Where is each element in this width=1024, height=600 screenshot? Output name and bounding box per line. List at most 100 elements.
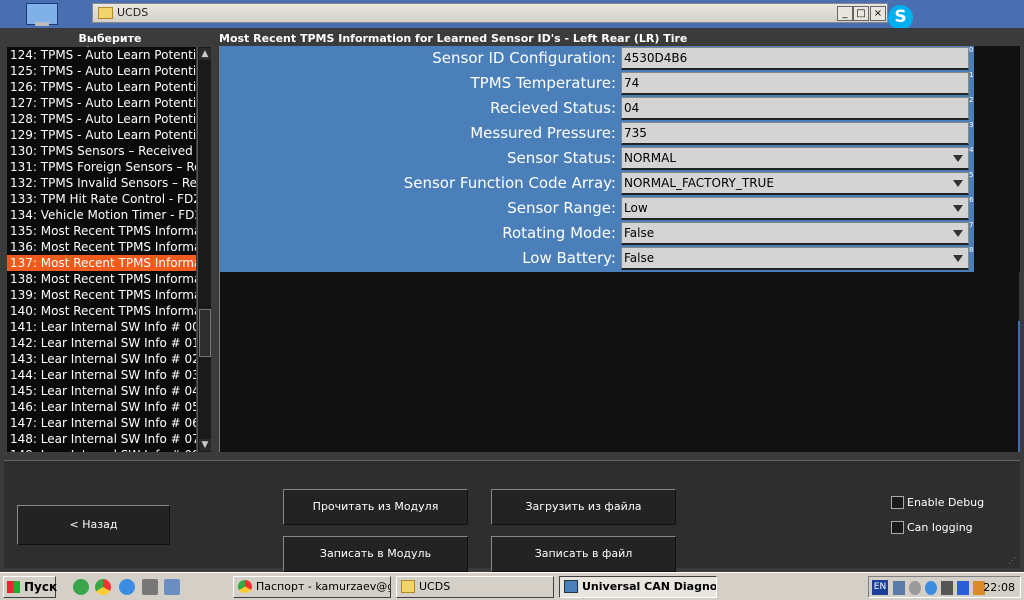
can-logging-checkbox[interactable] [891,521,904,534]
field-label: Sensor Function Code Array: [403,174,616,192]
field-dropdown[interactable]: False [621,247,969,270]
load-file-button[interactable]: Загрузить из файла [491,489,676,525]
config-list-item[interactable]: 142: Lear Internal SW Info # 01 [7,335,196,351]
resize-grip-icon[interactable]: ⋰ [1008,556,1018,566]
config-list-item[interactable]: 149: Lear Internal SW Info # 08 [7,447,196,452]
field-dropdown[interactable]: NORMAL_FACTORY_TRUE [621,172,969,195]
field-input[interactable]: 04 [621,97,969,120]
field-input[interactable]: 4530D4B6 [621,47,969,70]
can-logging-label: Can logging [907,521,973,534]
config-list-item[interactable]: 141: Lear Internal SW Info # 00 [7,319,196,335]
task-ucds-folder[interactable]: UCDS [396,576,554,598]
config-list-item[interactable]: 145: Lear Internal SW Info # 04 [7,383,196,399]
config-list-item[interactable]: 129: TPMS - Auto Learn Potentia [7,127,196,143]
config-list-item[interactable]: 127: TPMS - Auto Learn Potentia [7,95,196,111]
app-icon [564,580,578,593]
chevron-down-icon[interactable] [951,252,965,265]
chevron-down-icon[interactable] [951,227,965,240]
config-list-item[interactable]: 130: TPMS Sensors – Received t [7,143,196,159]
config-list-item[interactable]: 139: Most Recent TPMS Informa [7,287,196,303]
field-value: NORMAL_FACTORY_TRUE [624,176,774,190]
details-divider [1018,321,1020,452]
back-button[interactable]: < Назад [17,505,170,545]
explorer-window-titlebar[interactable]: UCDS _ □ × [92,3,888,23]
config-list[interactable]: 124: TPMS - Auto Learn Potentia 125: TPMS… [7,47,196,452]
config-list-item[interactable]: 144: Lear Internal SW Info # 03 [7,367,196,383]
field-dropdown[interactable]: False [621,222,969,245]
field-label: Sensor Range: [507,199,616,217]
utorrent-icon[interactable] [73,579,89,595]
shield-icon[interactable] [925,581,937,595]
field-row: Sensor Range: Low 6 [220,196,974,221]
battery-icon[interactable] [957,581,969,595]
config-list-item[interactable]: 140: Most Recent TPMS Informa [7,303,196,319]
config-list-item[interactable]: 138: Most Recent TPMS Informa [7,271,196,287]
field-value: False [624,251,655,265]
config-list-item[interactable]: 143: Lear Internal SW Info # 02 [7,351,196,367]
chrome-icon[interactable] [95,579,111,595]
config-list-item[interactable]: 148: Lear Internal SW Info # 07 [7,431,196,447]
my-computer-icon[interactable] [26,3,58,26]
ie-icon[interactable] [119,579,135,595]
config-list-header: Выберите конфигурацию: [60,32,160,58]
config-list-item[interactable]: 133: TPM Hit Rate Control - FD2 [7,191,196,207]
field-dropdown[interactable]: Low [621,197,969,220]
config-list-item[interactable]: 126: TPMS - Auto Learn Potentia [7,79,196,95]
start-button[interactable]: Пуск [3,576,57,598]
usb-icon[interactable] [941,581,953,595]
field-label: Messured Pressure: [470,124,616,142]
config-list-item[interactable]: 124: TPMS - Auto Learn Potentia [7,47,196,63]
field-label: Low Battery: [522,249,616,267]
config-list-item[interactable]: 147: Lear Internal SW Info # 06 [7,415,196,431]
task-universal-can[interactable]: Universal CAN Diagno... [559,576,717,598]
field-row: Sensor ID Configuration: 4530D4B6 0 [220,46,974,71]
write-module-button[interactable]: Записать в Модуль [283,536,468,572]
desktop-icon[interactable] [164,579,180,595]
minimize-icon[interactable]: _ [837,6,853,21]
system-tray: EN 22:08 [868,576,1021,598]
field-input[interactable]: 74 [621,72,969,95]
config-list-item[interactable]: 146: Lear Internal SW Info # 05 [7,399,196,415]
clock: 22:08 [983,581,1015,594]
config-list-item[interactable]: 134: Vehicle Motion Timer - FD2 [7,207,196,223]
fields-panel: Sensor ID Configuration: 4530D4B6 0 TPMS Te… [220,46,974,272]
config-list-item[interactable]: 132: TPMS Invalid Sensors – Re [7,175,196,191]
read-module-button[interactable]: Прочитать из Модуля [283,489,468,525]
task-label: UCDS [419,580,451,593]
details-scroll-area[interactable] [974,46,1020,272]
config-list-item[interactable]: 128: TPMS - Auto Learn Potentia [7,111,196,127]
close-icon[interactable]: × [870,6,886,21]
folder-icon [98,7,113,19]
tool-icon[interactable] [142,579,158,595]
config-list-item[interactable]: 125: TPMS - Auto Learn Potentia [7,63,196,79]
chevron-down-icon[interactable] [951,202,965,215]
task-chrome[interactable]: Паспорт - kamurzaev@g... [233,576,391,598]
details-header: Most Recent TPMS Information for Learned… [219,32,688,45]
gear-icon[interactable] [909,581,921,595]
field-label: Recieved Status: [490,99,616,117]
skype-icon[interactable]: S [888,5,913,30]
config-list-item[interactable]: 135: Most Recent TPMS Informa [7,223,196,239]
desktop-background: UCDS _ □ × S [0,0,1024,30]
field-dropdown[interactable]: NORMAL [621,147,969,170]
scroll-thumb[interactable] [199,309,211,357]
field-value: 74 [624,76,640,90]
field-row: Low Battery: False 8 [220,246,974,271]
enable-debug-checkbox[interactable] [891,496,904,509]
write-file-button[interactable]: Записать в файл [491,536,676,572]
config-list-item[interactable]: 137: Most Recent TPMS Informa [7,255,196,271]
field-label: Sensor ID Configuration: [432,49,616,67]
config-list-item[interactable]: 136: Most Recent TPMS Informa [7,239,196,255]
maximize-icon[interactable]: □ [853,6,869,21]
language-indicator[interactable]: EN [872,580,888,595]
scroll-down-icon[interactable]: ▼ [199,439,211,451]
task-label: Паспорт - kamurzaev@g... [256,580,391,593]
field-input[interactable]: 735 [621,122,969,145]
chevron-down-icon[interactable] [951,177,965,190]
config-list-item[interactable]: 131: TPMS Foreign Sensors – Re [7,159,196,175]
chevron-down-icon[interactable] [951,152,965,165]
window-title: UCDS [117,6,149,19]
scroll-up-icon[interactable]: ▲ [199,48,211,60]
network-icon[interactable] [893,581,905,595]
config-list-scrollbar[interactable]: ▲ ▼ [197,47,211,452]
